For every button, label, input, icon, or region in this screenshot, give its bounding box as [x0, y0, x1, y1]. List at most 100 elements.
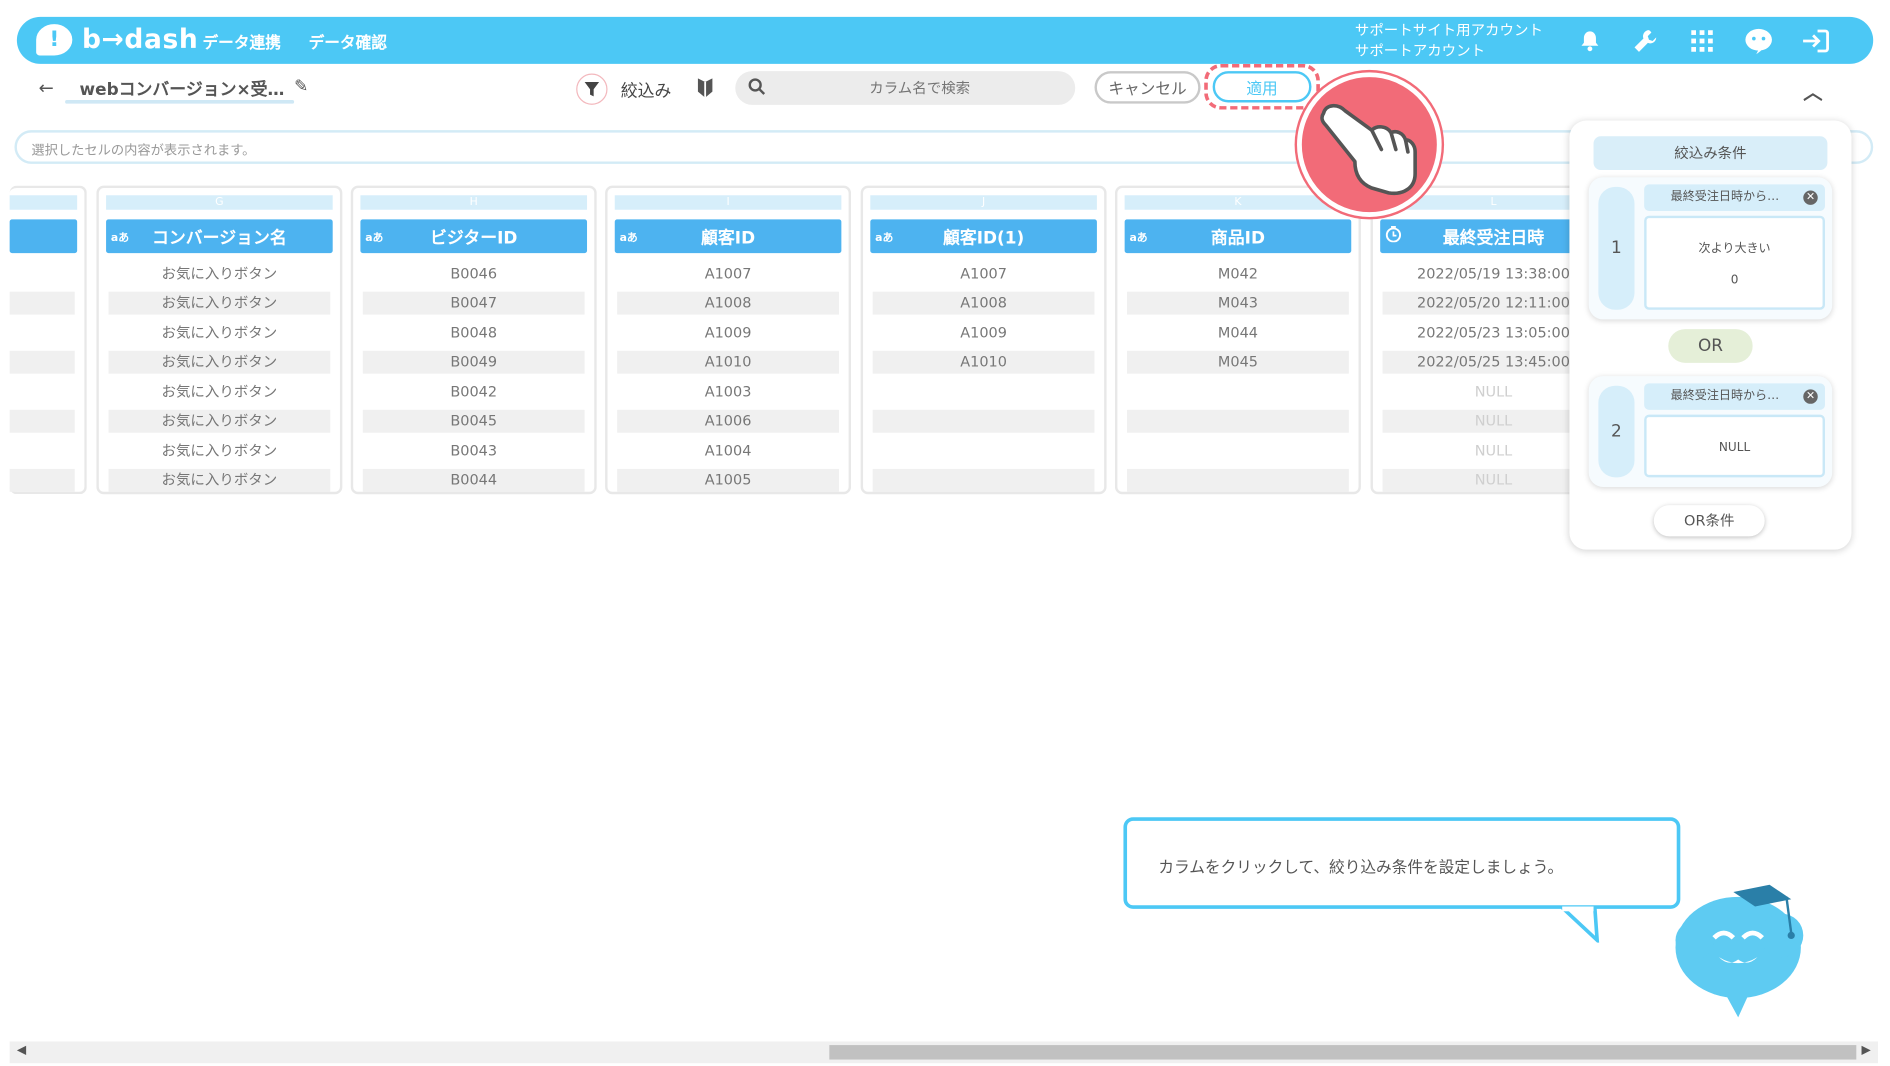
document-title[interactable]: webコンバージョン×受…: [80, 77, 285, 101]
table-cell[interactable]: [1127, 409, 1349, 433]
bdash-logo[interactable]: b→dash: [36, 23, 198, 57]
tooltip-tail: [1560, 906, 1600, 943]
table-cell[interactable]: B0048: [363, 322, 585, 345]
table-cell[interactable]: B0042: [363, 381, 585, 404]
condition-column-chip[interactable]: 最終受注日時から… ✕: [1644, 383, 1825, 410]
table-cell[interactable]: お気に入りボタン: [108, 409, 331, 433]
table-cell[interactable]: [1127, 381, 1349, 404]
column-letter: H: [360, 195, 588, 210]
mascot-icon: [1671, 880, 1811, 1025]
table-cell[interactable]: B0049: [362, 350, 585, 374]
table-cell[interactable]: [872, 468, 1095, 492]
support-mascot-icon[interactable]: [1744, 27, 1773, 56]
table-cell[interactable]: [9, 409, 75, 433]
cell-content-placeholder: 選択したセルの内容が表示されます。: [31, 142, 256, 158]
table-cell[interactable]: [9, 291, 75, 315]
guide-tooltip: カラムをクリックして、絞り込み条件を設定しましょう。: [1123, 817, 1681, 943]
pencil-icon[interactable]: ✎: [294, 77, 308, 96]
grid-column-partial: [9, 185, 87, 495]
table-cell[interactable]: M044: [1127, 322, 1349, 345]
column-header[interactable]: [9, 219, 78, 254]
table-cell[interactable]: A1007: [873, 263, 1095, 286]
filter-condition-1[interactable]: 1 最終受注日時から… ✕ 次より大きい 0: [1588, 177, 1833, 320]
column-name: 顧客ID: [701, 229, 756, 249]
guide-tooltip-text: カラムをクリックして、絞り込み条件を設定しましょう。: [1158, 859, 1564, 878]
table-cell[interactable]: お気に入りボタン: [108, 350, 331, 374]
scroll-right-arrow-icon[interactable]: ▶: [1861, 1044, 1870, 1057]
condition-operator: 次より大きい: [1698, 242, 1771, 256]
horizontal-scrollbar[interactable]: ◀ ▶: [9, 1041, 1879, 1064]
table-cell[interactable]: A1005: [617, 468, 839, 492]
or-separator: OR: [1668, 329, 1753, 363]
table-cell[interactable]: A1009: [873, 322, 1095, 345]
table-cell[interactable]: お気に入りボタン: [108, 263, 330, 286]
table-cell[interactable]: M042: [1127, 263, 1349, 286]
column-header[interactable]: aあ コンバージョン名: [106, 219, 333, 254]
filter-condition-2[interactable]: 2 最終受注日時から… ✕ NULL: [1588, 376, 1833, 487]
table-cell[interactable]: [1127, 468, 1349, 492]
column-search-input[interactable]: [781, 75, 1059, 101]
condition-detail[interactable]: NULL: [1644, 414, 1825, 478]
table-cell[interactable]: B0045: [362, 409, 585, 433]
column-header[interactable]: aあ 顧客ID(1): [870, 219, 1097, 254]
table-cell[interactable]: お気に入りボタン: [108, 468, 331, 492]
table-cell[interactable]: A1009: [617, 322, 839, 345]
grid-column: Jaあ 顧客ID(1) A1007 A1008 A1009 A1010: [860, 185, 1107, 495]
table-cell[interactable]: お気に入りボタン: [108, 322, 330, 345]
table-cell[interactable]: お気に入りボタン: [108, 381, 330, 404]
table-cell[interactable]: M043: [1127, 291, 1349, 315]
scroll-left-arrow-icon[interactable]: ◀: [17, 1044, 26, 1057]
table-cell[interactable]: B0044: [362, 468, 585, 492]
scrollbar-thumb[interactable]: [829, 1045, 1857, 1060]
table-cell[interactable]: A1004: [617, 440, 839, 463]
table-cell[interactable]: M045: [1127, 350, 1349, 374]
cancel-button[interactable]: キャンセル: [1094, 71, 1201, 104]
column-header[interactable]: aあ 商品ID: [1124, 219, 1352, 254]
chevron-up-icon[interactable]: ︿: [1803, 76, 1822, 105]
table-cell[interactable]: A1010: [872, 350, 1095, 374]
column-header[interactable]: aあ ビジターID: [360, 219, 588, 254]
wrench-icon[interactable]: [1631, 27, 1660, 56]
table-cell[interactable]: A1003: [617, 381, 839, 404]
table-cell[interactable]: A1008: [617, 291, 839, 315]
column-letter: J: [870, 195, 1097, 210]
table-cell[interactable]: [873, 381, 1095, 404]
condition-column-label: 最終受注日時から…: [1670, 190, 1780, 204]
bell-icon[interactable]: [1575, 27, 1604, 56]
table-cell[interactable]: お気に入りボタン: [108, 291, 331, 315]
table-cell[interactable]: [9, 350, 75, 374]
condition-value: NULL: [1718, 441, 1751, 455]
table-cell[interactable]: [873, 440, 1095, 463]
table-cell[interactable]: A1010: [617, 350, 839, 374]
logo-text: b→dash: [81, 24, 199, 55]
table-cell[interactable]: A1008: [872, 291, 1095, 315]
table-cell[interactable]: お気に入りボタン: [108, 440, 330, 463]
column-header[interactable]: aあ 顧客ID: [614, 219, 842, 254]
table-cell[interactable]: [872, 409, 1095, 433]
add-or-condition-button[interactable]: OR条件: [1653, 505, 1765, 537]
condition-number: 2: [1598, 385, 1635, 478]
table-cell[interactable]: B0043: [363, 440, 585, 463]
apply-button[interactable]: 適用: [1212, 71, 1312, 103]
app-grid-icon[interactable]: [1688, 27, 1717, 56]
beginner-mark-icon[interactable]: [697, 77, 714, 104]
nav-data-integration[interactable]: データ連携: [203, 30, 281, 53]
search-icon: [747, 77, 766, 101]
filter-icon[interactable]: [576, 73, 608, 105]
table-cell[interactable]: [1127, 440, 1349, 463]
table-cell[interactable]: B0047: [362, 291, 585, 315]
filter-conditions-panel: 絞込み条件 1 最終受注日時から… ✕ 次より大きい 0 OR 2 最終受注日時…: [1569, 120, 1852, 550]
table-cell[interactable]: [9, 468, 75, 492]
table-cell[interactable]: A1007: [617, 263, 839, 286]
remove-condition-icon[interactable]: ✕: [1803, 389, 1818, 404]
back-arrow-icon[interactable]: ←: [39, 77, 54, 99]
condition-detail[interactable]: 次より大きい 0: [1644, 215, 1825, 310]
account-info[interactable]: サポートサイト用アカウント サポートアカウント: [1355, 20, 1543, 61]
logout-icon[interactable]: [1801, 27, 1830, 56]
table-cell[interactable]: B0046: [363, 263, 585, 286]
condition-column-chip[interactable]: 最終受注日時から… ✕: [1644, 184, 1825, 211]
nav-data-check[interactable]: データ確認: [309, 30, 387, 53]
remove-condition-icon[interactable]: ✕: [1803, 190, 1818, 205]
table-cell[interactable]: A1006: [617, 409, 839, 433]
title-underline: [65, 100, 295, 104]
